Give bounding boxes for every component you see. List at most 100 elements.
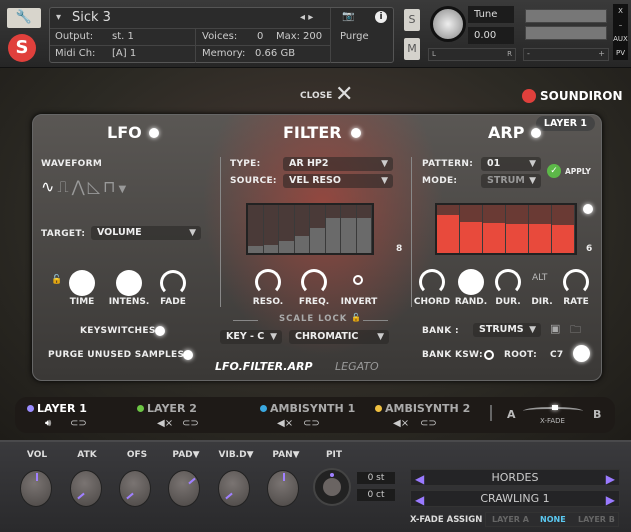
link-icon[interactable]: ⊂⊃ <box>70 418 87 429</box>
key-dropdown[interactable]: KEY - C ▼ <box>220 330 282 344</box>
solo-button[interactable]: S <box>404 9 420 31</box>
tab-legato[interactable]: LEGATO <box>335 360 379 373</box>
vol-knob[interactable] <box>20 470 52 507</box>
link-icon[interactable]: ⊂⊃ <box>420 418 437 429</box>
instrument-name[interactable]: Sick 3 <box>72 10 111 25</box>
apply-label[interactable]: APPLY <box>565 167 591 176</box>
keyswitches-toggle[interactable] <box>155 326 165 336</box>
step-5[interactable] <box>310 205 326 253</box>
close-icon[interactable]: ✕ <box>335 82 353 107</box>
root-knob[interactable] <box>573 345 590 362</box>
step-1[interactable] <box>248 205 264 253</box>
filter-step-sequencer[interactable] <box>246 203 374 255</box>
max-voices[interactable]: 200 <box>303 31 322 42</box>
prev-arrow-icon[interactable]: ◀ <box>415 471 424 487</box>
lock-icon[interactable]: 🔓 <box>51 275 62 285</box>
random-wave-icon[interactable]: ⊓ <box>103 177 118 196</box>
saw-wave-icon[interactable]: ◺ <box>88 177 103 196</box>
purge-menu[interactable]: Purge <box>340 31 369 42</box>
speaker-on-icon[interactable]: 🔊︎ <box>45 418 51 429</box>
ofs-knob[interactable] <box>119 470 151 507</box>
step-2[interactable] <box>263 205 279 253</box>
step-4[interactable] <box>506 205 529 253</box>
arp-steps-count[interactable]: 6 <box>586 244 593 254</box>
step-6[interactable] <box>552 205 575 253</box>
lfo-toggle[interactable] <box>149 128 159 138</box>
step-8[interactable] <box>356 205 372 253</box>
step-1[interactable] <box>437 205 460 253</box>
bank-dropdown[interactable]: STRUMS ▼ <box>473 323 541 337</box>
mute-icon[interactable]: ◀× <box>277 418 293 429</box>
chord-knob[interactable] <box>419 269 445 295</box>
prev-arrow-icon[interactable]: ◀ <box>415 492 424 508</box>
next-arrow-icon[interactable]: ▶ <box>606 492 615 508</box>
collapse-icon[interactable]: ▾ <box>56 12 61 23</box>
waveform-dropdown-icon[interactable]: ▼ <box>119 184 130 195</box>
pv-button[interactable]: PV <box>613 46 628 60</box>
filter-steps-count[interactable]: 8 <box>396 244 403 254</box>
tab-lfo-filter-arp[interactable]: LFO.FILTER.ARP <box>215 360 313 373</box>
filter-toggle[interactable] <box>351 128 361 138</box>
prev-next-icon[interactable]: ◂ ▸ <box>300 12 313 23</box>
freq-knob[interactable] <box>301 269 327 295</box>
save-icon[interactable]: ▣ <box>550 322 560 335</box>
step-2[interactable] <box>460 205 483 253</box>
arp-sequencer-toggle[interactable] <box>583 204 593 214</box>
step-7[interactable] <box>341 205 357 253</box>
link-icon[interactable]: ⊂⊃ <box>303 418 320 429</box>
pitch-knob[interactable] <box>313 468 351 506</box>
vib-depth-knob[interactable] <box>218 470 250 507</box>
mute-button[interactable]: M <box>404 38 420 60</box>
output-select[interactable]: st. 1 <box>112 31 134 42</box>
info-icon[interactable]: i <box>375 11 387 23</box>
ambisynth-2-tab[interactable]: AMBISYNTH 2 <box>375 402 470 415</box>
xfade-assign-layer-a[interactable]: LAYER A <box>492 515 529 524</box>
step-4[interactable] <box>294 205 310 253</box>
vib-depth-label[interactable]: VIB.D▼ <box>216 450 256 460</box>
apply-check-icon[interactable]: ✓ <box>547 164 561 178</box>
sine-wave-icon[interactable]: ∿ <box>41 177 57 196</box>
semitones-value[interactable]: 0 st <box>357 472 395 484</box>
preset-selector-2[interactable]: ◀ CRAWLING 1 ▶ <box>410 490 620 507</box>
time-knob[interactable] <box>69 270 95 296</box>
step-5[interactable] <box>529 205 552 253</box>
pan-knob[interactable] <box>267 470 299 507</box>
invert-toggle[interactable] <box>353 275 363 285</box>
dir-value[interactable]: ALT <box>532 273 547 283</box>
pad-knob[interactable] <box>168 470 200 507</box>
waveform-selector[interactable]: ∿⎍⋀◺⊓▼ <box>41 177 129 197</box>
arp-toggle[interactable] <box>531 128 541 138</box>
xfade-handle[interactable] <box>552 405 558 410</box>
triangle-wave-icon[interactable]: ⋀ <box>72 177 88 196</box>
aux-button[interactable]: AUX <box>613 32 628 46</box>
pattern-dropdown[interactable]: 01 ▼ <box>481 157 541 171</box>
wrench-icon[interactable]: 🔧 <box>7 8 41 28</box>
filter-type-dropdown[interactable]: AR HP2 ▼ <box>283 157 393 171</box>
xfade-assign-none[interactable]: NONE <box>540 515 566 524</box>
cents-value[interactable]: 0 ct <box>357 489 395 501</box>
pad-label[interactable]: PAD▼ <box>166 450 206 460</box>
layer-2-tab[interactable]: LAYER 2 <box>137 402 197 415</box>
atk-knob[interactable] <box>70 470 102 507</box>
ambisynth-1-tab[interactable]: AMBISYNTH 1 <box>260 402 355 415</box>
dur-knob[interactable] <box>495 269 521 295</box>
pan-label[interactable]: PAN▼ <box>266 450 306 460</box>
rand-knob[interactable] <box>458 269 484 295</box>
arp-step-sequencer[interactable] <box>435 203 577 255</box>
minimize-button[interactable]: – <box>613 18 628 32</box>
target-dropdown[interactable]: VOLUME ▼ <box>91 226 201 240</box>
volume-slider[interactable]: - + <box>523 48 609 61</box>
preset-selector-1[interactable]: ◀ HORDES ▶ <box>410 469 620 486</box>
step-3[interactable] <box>279 205 295 253</box>
root-value[interactable]: C7 <box>550 350 563 360</box>
step-6[interactable] <box>325 205 341 253</box>
link-icon[interactable]: ⊂⊃ <box>182 418 199 429</box>
folder-icon[interactable]: 🗀 <box>570 321 581 340</box>
next-arrow-icon[interactable]: ▶ <box>606 471 615 487</box>
pan-slider[interactable]: LR <box>428 48 516 61</box>
reso-knob[interactable] <box>255 269 281 295</box>
bank-ksw-toggle[interactable] <box>484 350 494 360</box>
xfade-assign-layer-b[interactable]: LAYER B <box>578 515 615 524</box>
filter-source-dropdown[interactable]: VEL RESO ▼ <box>283 174 393 188</box>
rate-knob[interactable] <box>563 269 589 295</box>
